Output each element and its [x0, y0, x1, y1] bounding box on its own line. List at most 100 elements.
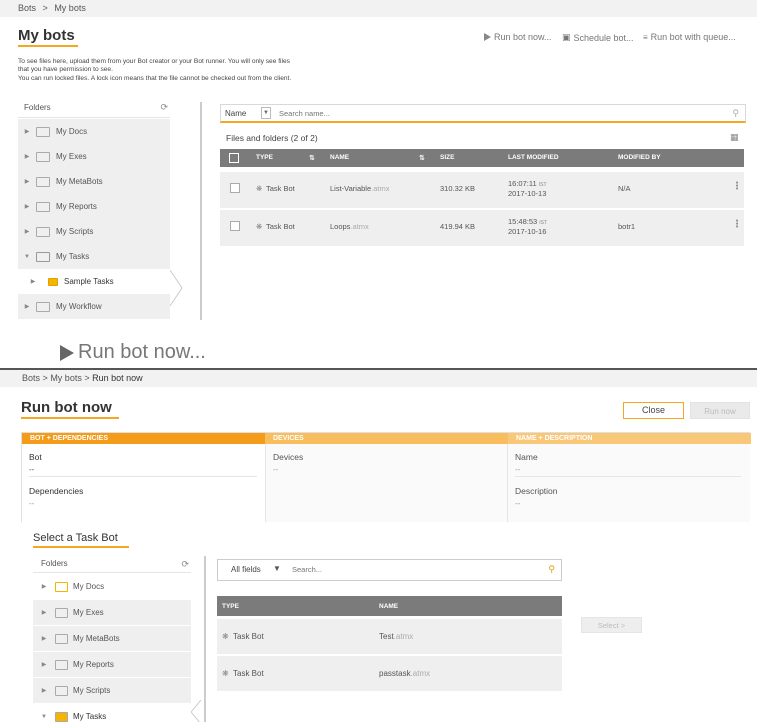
search-field-dropdown[interactable]: ▼	[261, 107, 271, 119]
folder-my-reports[interactable]: ▶ My Reports	[33, 652, 191, 677]
folder-icon	[36, 301, 50, 312]
file-name[interactable]: passtask.atmx	[379, 669, 430, 678]
search-input[interactable]	[292, 565, 522, 574]
play-icon	[60, 344, 74, 361]
queue-icon: ≡	[643, 32, 648, 42]
panel-divider[interactable]	[200, 102, 202, 320]
chevron-right-icon[interactable]: ▶	[18, 128, 36, 135]
col-type[interactable]: TYPE	[222, 603, 239, 610]
chevron-right-icon[interactable]: ▶	[33, 661, 55, 668]
folders-panel: Folders ⟳ ▶ My Docs ▶ My Exes ▶ My MetaB…	[33, 554, 191, 722]
breadcrumb: Bots > My bots > Run bot now	[0, 370, 757, 387]
more-options-icon[interactable]: ⋮	[732, 181, 742, 192]
breadcrumb-run-bot-now: Run bot now	[92, 373, 143, 383]
folder-icon	[55, 659, 68, 670]
col-name[interactable]: NAME	[379, 603, 398, 610]
refresh-icon[interactable]: ⟳	[160, 102, 168, 113]
folder-my-workflow[interactable]: ▶ My Workflow	[18, 294, 170, 319]
folder-icon	[36, 226, 50, 237]
run-bot-now-heading: Run bot now...	[60, 341, 206, 364]
table-row[interactable]: ❋ Task Bot passtask.atmx	[217, 656, 562, 691]
chevron-right-icon[interactable]: ▶	[18, 178, 36, 185]
title-underline	[33, 546, 129, 548]
breadcrumb-mybots[interactable]: My bots	[50, 373, 82, 383]
col-name[interactable]: NAME	[330, 154, 349, 161]
task-bots-table-header: TYPE NAME	[217, 596, 562, 616]
selection-pointer	[191, 700, 202, 722]
name-description-column: Name -- Description --	[508, 444, 750, 522]
run-bot-with-queue-button[interactable]: ≡ Run bot with queue...	[643, 32, 736, 42]
step-bot-dependencies[interactable]: BOT + DEPENDENCIES	[22, 433, 265, 444]
column-settings-icon[interactable]: ▦	[730, 132, 739, 143]
table-row[interactable]: ❋ Task Bot Test.atmx	[217, 619, 562, 654]
instructions-text: To see files here, upload them from your…	[18, 58, 292, 82]
run-bot-with-queue-label: Run bot with queue...	[650, 32, 736, 42]
file-name[interactable]: Loops.atmx	[330, 222, 369, 231]
sort-icon[interactable]: ⇅	[309, 154, 315, 162]
folder-my-scripts[interactable]: ▶ My Scripts	[18, 219, 170, 244]
chevron-down-icon[interactable]: ▼	[33, 714, 55, 720]
chevron-down-icon[interactable]: ▼	[18, 254, 36, 260]
breadcrumb: Bots > My bots	[0, 0, 757, 17]
folder-my-metabots[interactable]: ▶ My MetaBots	[18, 169, 170, 194]
folder-my-reports[interactable]: ▶ My Reports	[18, 194, 170, 219]
folders-header: Folders ⟳	[18, 98, 170, 118]
chevron-right-icon[interactable]: ▶	[33, 583, 55, 590]
search-icon[interactable]: ⚲	[732, 108, 739, 119]
step-devices[interactable]: DEVICES	[265, 433, 508, 444]
row-checkbox[interactable]	[230, 183, 240, 193]
run-bot-now-button[interactable]: Run bot now...	[484, 32, 552, 42]
col-modified-by[interactable]: MODIFIED BY	[618, 154, 661, 161]
search-icon[interactable]: ⚲	[548, 564, 555, 575]
breadcrumb-mybots: My bots	[54, 3, 86, 13]
close-button[interactable]: Close	[623, 402, 684, 419]
panel-divider[interactable]	[204, 556, 206, 722]
chevron-right-icon[interactable]: ▶	[18, 303, 36, 310]
folder-icon	[55, 581, 68, 592]
folder-my-tasks[interactable]: ▼ My Tasks	[18, 244, 170, 269]
folder-my-metabots[interactable]: ▶ My MetaBots	[33, 626, 191, 651]
sort-icon[interactable]: ⇅	[419, 154, 425, 162]
file-name[interactable]: List-Variable.atmx	[330, 184, 389, 193]
row-checkbox[interactable]	[230, 221, 240, 231]
folder-my-docs[interactable]: ▶ My Docs	[33, 574, 191, 599]
folder-my-scripts[interactable]: ▶ My Scripts	[33, 678, 191, 703]
chevron-right-icon[interactable]: ▶	[33, 635, 55, 642]
name-search-bar: Name ▼ ⚲	[220, 104, 746, 123]
more-options-icon[interactable]: ⋮	[732, 219, 742, 230]
folder-my-docs[interactable]: ▶ My Docs	[18, 119, 170, 144]
refresh-icon[interactable]: ⟳	[181, 559, 189, 570]
chevron-right-icon[interactable]: ▶	[18, 203, 36, 210]
run-now-button[interactable]: Run now	[690, 402, 750, 419]
chevron-right-icon[interactable]: ▶	[18, 278, 48, 285]
breadcrumb-bots[interactable]: Bots	[22, 373, 40, 383]
folder-sample-tasks[interactable]: ▶ Sample Tasks	[18, 269, 170, 294]
col-last-modified[interactable]: LAST MODIFIED	[508, 154, 559, 161]
breadcrumb-bots[interactable]: Bots	[18, 3, 36, 13]
calendar-icon: ▣	[562, 32, 571, 42]
search-field-dropdown[interactable]: ▼	[273, 564, 281, 573]
task-bot-icon: ❋	[222, 632, 229, 641]
col-size[interactable]: SIZE	[440, 154, 454, 161]
task-bot-search-bar: All fields ▼ ⚲	[217, 559, 562, 581]
chevron-right-icon[interactable]: ▶	[18, 228, 36, 235]
search-field-label: Name	[225, 109, 247, 118]
table-row[interactable]: ❋ Task Bot Loops.atmx 419.94 KB 15:48:53…	[220, 210, 744, 246]
folders-header: Folders ⟳	[33, 554, 191, 573]
select-all-checkbox[interactable]	[229, 153, 239, 163]
table-row[interactable]: ❋ Task Bot List-Variable.atmx 310.32 KB …	[220, 172, 744, 208]
chevron-right-icon[interactable]: ▶	[33, 609, 55, 616]
step-name-description[interactable]: NAME + DESCRIPTION	[508, 433, 751, 444]
task-bot-icon: ❋	[256, 184, 263, 193]
file-name[interactable]: Test.atmx	[379, 632, 413, 641]
search-name-input[interactable]	[279, 109, 679, 118]
schedule-bot-button[interactable]: ▣ Schedule bot...	[562, 32, 634, 43]
folder-my-exes[interactable]: ▶ My Exes	[18, 144, 170, 169]
folder-my-exes[interactable]: ▶ My Exes	[33, 600, 191, 625]
files-table-header: TYPE ⇅ NAME ⇅ SIZE LAST MODIFIED MODIFIE…	[220, 149, 744, 167]
select-button[interactable]: Select >	[581, 617, 642, 633]
chevron-right-icon[interactable]: ▶	[33, 687, 55, 694]
chevron-right-icon[interactable]: ▶	[18, 153, 36, 160]
col-type[interactable]: TYPE	[256, 154, 273, 161]
folder-my-tasks[interactable]: ▼ My Tasks	[33, 704, 191, 722]
